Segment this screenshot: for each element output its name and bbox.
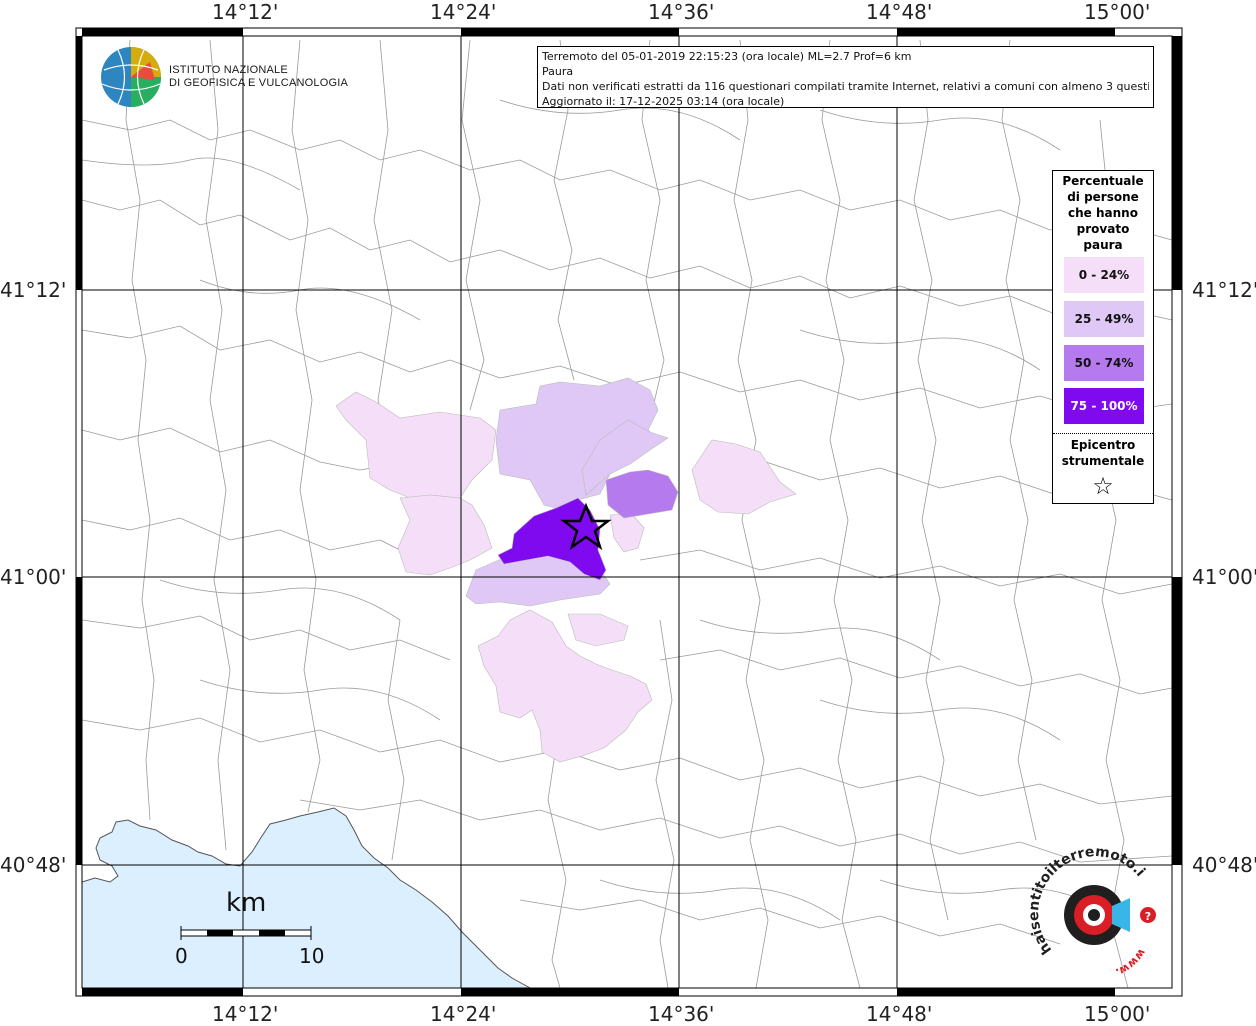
legend-epicenter-line-2: strumentale (1061, 454, 1145, 468)
ingv-line-2: DI GEOFISICA E VULCANOLOGIA (169, 77, 348, 89)
right-lat-label-1: 41°12' (1192, 278, 1256, 302)
bottom-lon-label-3: 14°36' (648, 1002, 715, 1026)
top-lon-label-1: 14°12' (212, 0, 279, 24)
scale-unit: km (226, 888, 267, 918)
legend-item-50-74: 50 - 74% (1064, 345, 1144, 381)
event-title: Terremoto del 05-01-2019 22:15:23 (ora l… (542, 50, 912, 63)
legend-item-75-100: 75 - 100% (1064, 388, 1144, 424)
right-lat-label-3: 40°48' (1192, 853, 1256, 877)
ingv-globe-icon (101, 47, 161, 107)
map-canvas: ? haisentitoilterremoto.it www. (0, 0, 1183, 997)
legend-title-line-1: Percentuale (1062, 174, 1144, 188)
bottom-lon-label-2: 14°24' (430, 1002, 497, 1026)
right-lat-label-2: 41°00' (1192, 565, 1256, 589)
scale-start: 0 (175, 944, 188, 968)
left-lat-label-3: 40°48' (0, 853, 67, 877)
top-lon-label-3: 14°36' (648, 0, 715, 24)
legend-star-icon: ☆ (1092, 472, 1114, 500)
legend-title-line-3: che hanno (1068, 206, 1138, 220)
legend-separator (1053, 433, 1153, 434)
bottom-lon-label-5: 15°00' (1084, 1002, 1151, 1026)
legend-title: Percentuale di persone che hanno provato… (1053, 173, 1153, 253)
legend-title-line-5: paura (1083, 238, 1123, 252)
hst-help-glyph: ? (1145, 910, 1151, 923)
event-info-box: Terremoto del 05-01-2019 22:15:23 (ora l… (537, 46, 1154, 108)
legend: Percentuale di persone che hanno provato… (1052, 170, 1154, 504)
municipality-50-74-1 (605, 469, 679, 519)
left-lat-label-1: 41°12' (0, 278, 67, 302)
top-lon-label-4: 14°48' (866, 0, 933, 24)
event-updated: Aggiornato il: 17-12-2025 03:14 (ora loc… (542, 95, 785, 108)
bottom-lon-label-4: 14°48' (866, 1002, 933, 1026)
ingv-line-1: ISTITUTO NAZIONALE (169, 64, 288, 76)
ingv-logo-text: ISTITUTO NAZIONALE DI GEOFISICA E VULCAN… (169, 64, 348, 90)
bottom-lon-label-1: 14°12' (212, 1002, 279, 1026)
legend-title-line-2: di persone (1067, 190, 1139, 204)
event-data-note: Dati non verificati estratti da 116 ques… (542, 80, 1149, 93)
top-lon-label-2: 14°24' (430, 0, 497, 24)
legend-epicenter-label: Epicentro strumentale (1053, 437, 1153, 469)
top-lon-label-5: 15°00' (1084, 0, 1151, 24)
legend-item-25-49: 25 - 49% (1064, 301, 1144, 337)
left-lat-label-2: 41°00' (0, 565, 67, 589)
legend-title-line-4: provato (1076, 222, 1130, 236)
event-map-type: Paura (542, 65, 574, 78)
legend-epicenter-line-1: Epicentro (1070, 438, 1136, 452)
scale-end: 10 (299, 944, 325, 968)
legend-item-0-24: 0 - 24% (1064, 257, 1144, 293)
